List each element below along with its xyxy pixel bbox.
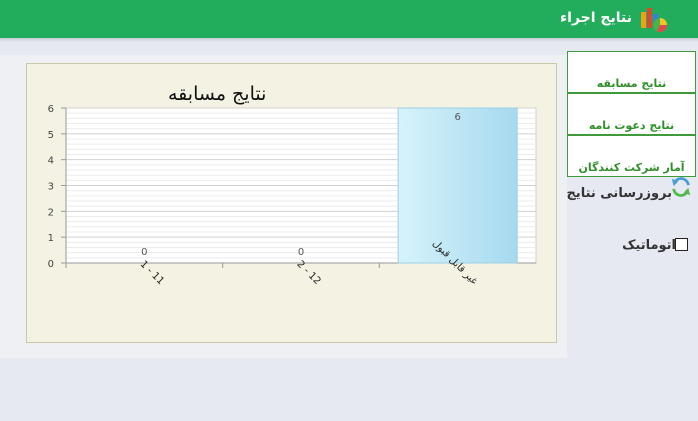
y-tick-label: 5 xyxy=(48,130,54,141)
y-tick-label: 1 xyxy=(48,233,54,244)
data-label: 6 xyxy=(454,112,460,123)
auto-refresh-toggle[interactable]: اتوماتیک xyxy=(608,238,688,254)
tab-participant-stats[interactable]: آمار شرکت کنندگان xyxy=(567,135,696,177)
app-header: نتایج اجراء xyxy=(0,0,698,38)
page-title: نتایج اجراء xyxy=(559,10,632,26)
tab-invitation-results[interactable]: نتایج دعوت نامه xyxy=(567,93,696,135)
tab-label: نتایج مسابقه xyxy=(596,77,667,90)
refresh-icon xyxy=(671,177,691,197)
y-tick-label: 2 xyxy=(48,207,54,218)
data-label: 0 xyxy=(298,247,304,258)
refresh-results-button[interactable]: بروزرسانی نتایج xyxy=(552,176,692,201)
y-tick-label: 6 xyxy=(48,104,54,115)
tab-competition-results[interactable]: نتایج مسابقه xyxy=(567,51,696,93)
y-tick-label: 3 xyxy=(48,182,54,193)
header-shadow xyxy=(0,38,698,42)
refresh-label: بروزرسانی نتایج xyxy=(566,186,672,201)
chart-app-icon xyxy=(641,8,667,32)
auto-label: اتوماتیک xyxy=(622,238,676,253)
auto-checkbox[interactable] xyxy=(675,238,688,251)
chart-title: نتایج مسابقه xyxy=(168,83,266,105)
bar xyxy=(397,107,518,264)
results-bar-chart: 012345601 - 1102 - 126غیر قابل قبولنتایج… xyxy=(48,83,537,287)
tab-label: آمار شرکت کنندگان xyxy=(578,161,685,174)
data-label: 0 xyxy=(141,247,147,258)
y-tick-label: 0 xyxy=(48,259,54,270)
tab-label: نتایج دعوت نامه xyxy=(588,119,675,132)
y-tick-label: 4 xyxy=(48,156,54,167)
